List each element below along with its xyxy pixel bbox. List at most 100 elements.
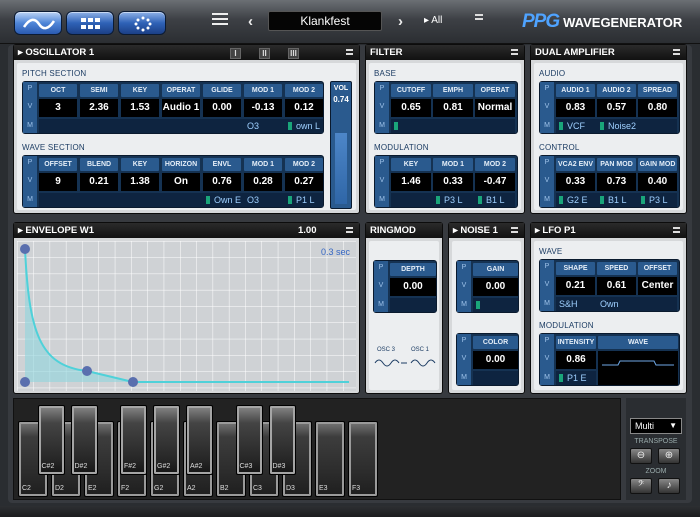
wave-mod-source[interactable]: P1 L — [288, 194, 315, 206]
noise-gain-value[interactable]: 0.00 — [473, 278, 518, 296]
wave-value[interactable]: 0.27 — [285, 173, 323, 191]
brand-name: WAVEGENERATOR — [563, 15, 683, 30]
zoom-in-button[interactable]: ⊕ — [658, 448, 680, 464]
piano-key-black[interactable]: C#2 — [37, 405, 65, 475]
osc-toggle-1[interactable]: I — [230, 48, 241, 59]
envelope-time: 0.3 sec — [320, 247, 350, 257]
amp-audio-value[interactable]: 0.57 — [597, 99, 636, 117]
piano-key-black[interactable]: D#2 — [70, 405, 98, 475]
zoom-out-button[interactable]: ⊖ — [630, 448, 652, 464]
pitch-value[interactable]: Audio 1 — [162, 99, 200, 117]
filter-base-value[interactable]: Normal — [475, 99, 515, 117]
piano-key-white[interactable]: E3 — [315, 421, 345, 497]
amp-audio-mod-source[interactable]: Noise2 — [600, 120, 636, 132]
wave-mod-source[interactable]: O3 — [247, 194, 259, 206]
noise-gain-pvm: P V M — [457, 261, 471, 312]
osc-toggle-3[interactable]: III — [288, 48, 299, 59]
note-button[interactable]: ♪ — [658, 478, 680, 494]
zoom-label: ZOOM — [645, 468, 667, 475]
amp-audio-value[interactable]: 0.83 — [556, 99, 595, 117]
noise-color-value[interactable]: 0.00 — [473, 351, 518, 369]
lfo-wave-value[interactable]: Center — [638, 277, 677, 295]
envelope-point-attack[interactable] — [20, 244, 30, 254]
wave-value[interactable]: 0.28 — [244, 173, 282, 191]
lfo-wave-value[interactable]: 0.61 — [597, 277, 636, 295]
amplifier-menu-icon[interactable] — [673, 49, 680, 55]
amp-control-header: PAN MOD — [597, 158, 636, 171]
filter-menu-icon[interactable] — [511, 49, 518, 55]
filter-base-value[interactable]: 0.81 — [433, 99, 473, 117]
wave-value[interactable]: On — [162, 173, 200, 191]
lfo-intensity-value[interactable]: 0.86 — [556, 351, 596, 369]
filter-base-value[interactable]: 0.65 — [391, 99, 431, 117]
pitch-value[interactable]: 3 — [39, 99, 77, 117]
loading-view-button[interactable] — [118, 11, 166, 35]
keyboard[interactable]: C2 D2 E2 F2 G2 A2 B2 C3 D3 E3 F3 C#2 D#2 F#2 G#2 A#2 C#3… — [13, 398, 621, 500]
amp-control-value[interactable]: 0.40 — [638, 173, 677, 191]
envelope-point-sustain[interactable] — [128, 377, 138, 387]
lfo-intensity-mod[interactable]: P1 E — [559, 372, 587, 384]
piano-key-black[interactable]: A#2 — [186, 405, 213, 475]
wave-value[interactable]: 9 — [39, 173, 77, 191]
filter-mod-value[interactable]: -0.47 — [475, 173, 515, 191]
amp-control-mod-source[interactable]: G2 E — [559, 194, 588, 206]
noise-menu-icon[interactable] — [511, 227, 518, 233]
lfo-wave-mod-source[interactable]: S&H — [559, 298, 578, 310]
envelope-editor[interactable]: 0.3 sec — [17, 241, 356, 391]
oscillator-title: OSCILLATOR 1 — [25, 47, 95, 58]
patch-menu-icon[interactable] — [475, 14, 483, 20]
volume-fill — [335, 133, 347, 204]
amp-control-label: CONTROL — [539, 143, 580, 152]
piano-key-black[interactable]: G#2 — [153, 405, 180, 475]
filter-mod-mod-source[interactable]: P3 L — [436, 194, 463, 206]
piano-key-label: D3 — [286, 485, 295, 492]
keyboard-mode-select[interactable]: Multi ▼ — [630, 418, 682, 434]
envelope-menu-icon[interactable] — [346, 227, 353, 233]
pitch-mod-source[interactable]: O3 — [247, 120, 259, 132]
patch-filter[interactable]: ▸ All — [424, 15, 442, 26]
amp-control-mod-source[interactable]: B1 L — [600, 194, 627, 206]
osc-toggle-2[interactable]: II — [259, 48, 270, 59]
oscillator-menu-icon[interactable] — [346, 49, 353, 55]
lfo-wave-value[interactable]: 0.21 — [556, 277, 595, 295]
ringmod-depth-value[interactable]: 0.00 — [390, 278, 436, 296]
wave-value[interactable]: 1.38 — [121, 173, 159, 191]
wave-view-button[interactable] — [14, 11, 62, 35]
pitch-value[interactable]: -0.13 — [244, 99, 282, 117]
brand-mark: PPG — [522, 11, 560, 32]
piano-key-black[interactable]: D#3 — [268, 405, 296, 475]
bass-clef-button[interactable]: 𝄢 — [630, 478, 652, 494]
amp-control-mod-source[interactable]: P3 L — [641, 194, 668, 206]
filter-base-mod-source[interactable] — [394, 120, 402, 132]
amp-control-value[interactable]: 0.33 — [556, 173, 595, 191]
lfo-wave-mod-source[interactable]: Own — [600, 298, 619, 310]
piano-key-black[interactable]: F#2 — [120, 405, 147, 475]
envelope-point-origin[interactable] — [20, 377, 30, 387]
amp-audio-mod-source[interactable]: VCF — [559, 120, 585, 132]
wave-value[interactable]: 0.76 — [203, 173, 241, 191]
prev-patch-icon[interactable]: ‹ — [248, 13, 253, 30]
wave-value[interactable]: 0.21 — [80, 173, 118, 191]
menu-icon[interactable] — [212, 13, 228, 27]
grid-view-button[interactable] — [66, 11, 114, 35]
envelope-point-decay[interactable] — [82, 366, 92, 376]
piano-key-white[interactable]: F3 — [348, 421, 378, 497]
ringmod-mod-row — [390, 298, 436, 312]
pitch-value[interactable]: 2.36 — [80, 99, 118, 117]
filter-mod-mod-source[interactable]: B1 L — [478, 194, 505, 206]
filter-mod-value[interactable]: 0.33 — [433, 173, 473, 191]
pitch-mod-source[interactable]: own L — [288, 120, 320, 132]
patch-name[interactable]: Klankfest — [268, 11, 382, 31]
amp-audio-value[interactable]: 0.80 — [638, 99, 677, 117]
volume-slider[interactable]: VOL 0.74 — [330, 81, 352, 209]
pitch-value[interactable]: 0.00 — [203, 99, 241, 117]
amp-control-value[interactable]: 0.73 — [597, 173, 636, 191]
wave-mod-source[interactable]: Own E — [206, 194, 241, 206]
next-patch-icon[interactable]: › — [398, 13, 403, 30]
pitch-value[interactable]: 0.12 — [285, 99, 323, 117]
piano-key-black[interactable]: C#3 — [235, 405, 263, 475]
lfo-menu-icon[interactable] — [673, 227, 680, 233]
filter-mod-value[interactable]: 1.46 — [391, 173, 431, 191]
envelope-graph[interactable] — [17, 241, 356, 391]
pitch-value[interactable]: 1.53 — [121, 99, 159, 117]
